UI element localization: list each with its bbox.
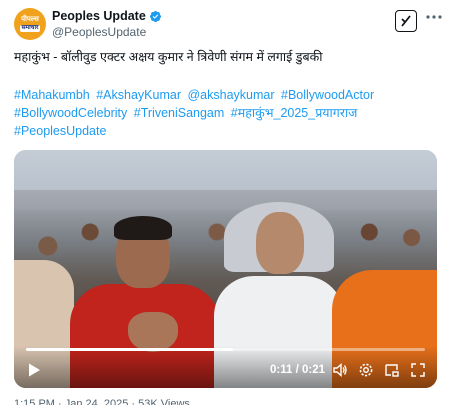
hashtag-list: #Mahakumbh #AkshayKumar @akshaykumar #Bo…	[14, 86, 444, 140]
hashtag-link[interactable]: #BollywoodActor	[281, 88, 374, 102]
more-icon[interactable]	[422, 8, 446, 30]
post-timestamp[interactable]: 1:15 PM · Jan 24, 2025 · 53K Views	[14, 397, 190, 405]
avatar-text-bottom: समाचार	[20, 25, 40, 32]
volume-icon[interactable]	[332, 362, 348, 378]
fullscreen-icon[interactable]	[410, 362, 426, 378]
mention-link[interactable]: @akshaykumar	[187, 88, 274, 102]
video-duration: 0:21	[302, 364, 326, 376]
avatar-text-top: पीपल्स	[21, 16, 39, 23]
play-icon[interactable]	[26, 362, 42, 378]
video-progress-fill	[26, 348, 234, 351]
hashtag-link[interactable]: #महाकुंभ_2025_प्रयागराज	[231, 106, 358, 120]
hashtag-link[interactable]: #Mahakumbh	[14, 88, 90, 102]
video-time: 0:11 / 0:21	[270, 364, 325, 376]
grok-icon[interactable]	[395, 10, 417, 32]
hashtag-link[interactable]: #TriveniSangam	[134, 106, 225, 120]
account-handle[interactable]: @PeoplesUpdate	[52, 25, 146, 39]
hashtag-link[interactable]: #BollywoodCelebrity	[14, 106, 127, 120]
hashtag-link[interactable]: #AkshayKumar	[96, 88, 181, 102]
pip-icon[interactable]	[384, 362, 400, 378]
account-name[interactable]: Peoples Update	[52, 9, 146, 23]
grok-glyph-icon	[401, 15, 411, 27]
settings-icon[interactable]	[358, 362, 374, 378]
avatar[interactable]: पीपल्स समाचार	[14, 8, 46, 40]
verified-badge-icon	[149, 10, 161, 22]
hashtag-link[interactable]: #PeoplesUpdate	[14, 124, 106, 138]
tweet-card: पीपल्स समाचार Peoples Update @PeoplesUpd…	[0, 0, 456, 405]
video-player[interactable]: 0:11 / 0:21	[14, 150, 437, 388]
post-headline: महाकुंभ - बॉलीवुड एक्टर अक्षय कुमार ने त…	[14, 50, 323, 64]
video-current-time: 0:11	[270, 364, 293, 376]
video-progress-bar[interactable]	[26, 348, 425, 351]
video-time-separator: /	[295, 364, 299, 376]
account-name-row[interactable]: Peoples Update	[52, 9, 162, 23]
more-dots-icon	[426, 15, 442, 19]
